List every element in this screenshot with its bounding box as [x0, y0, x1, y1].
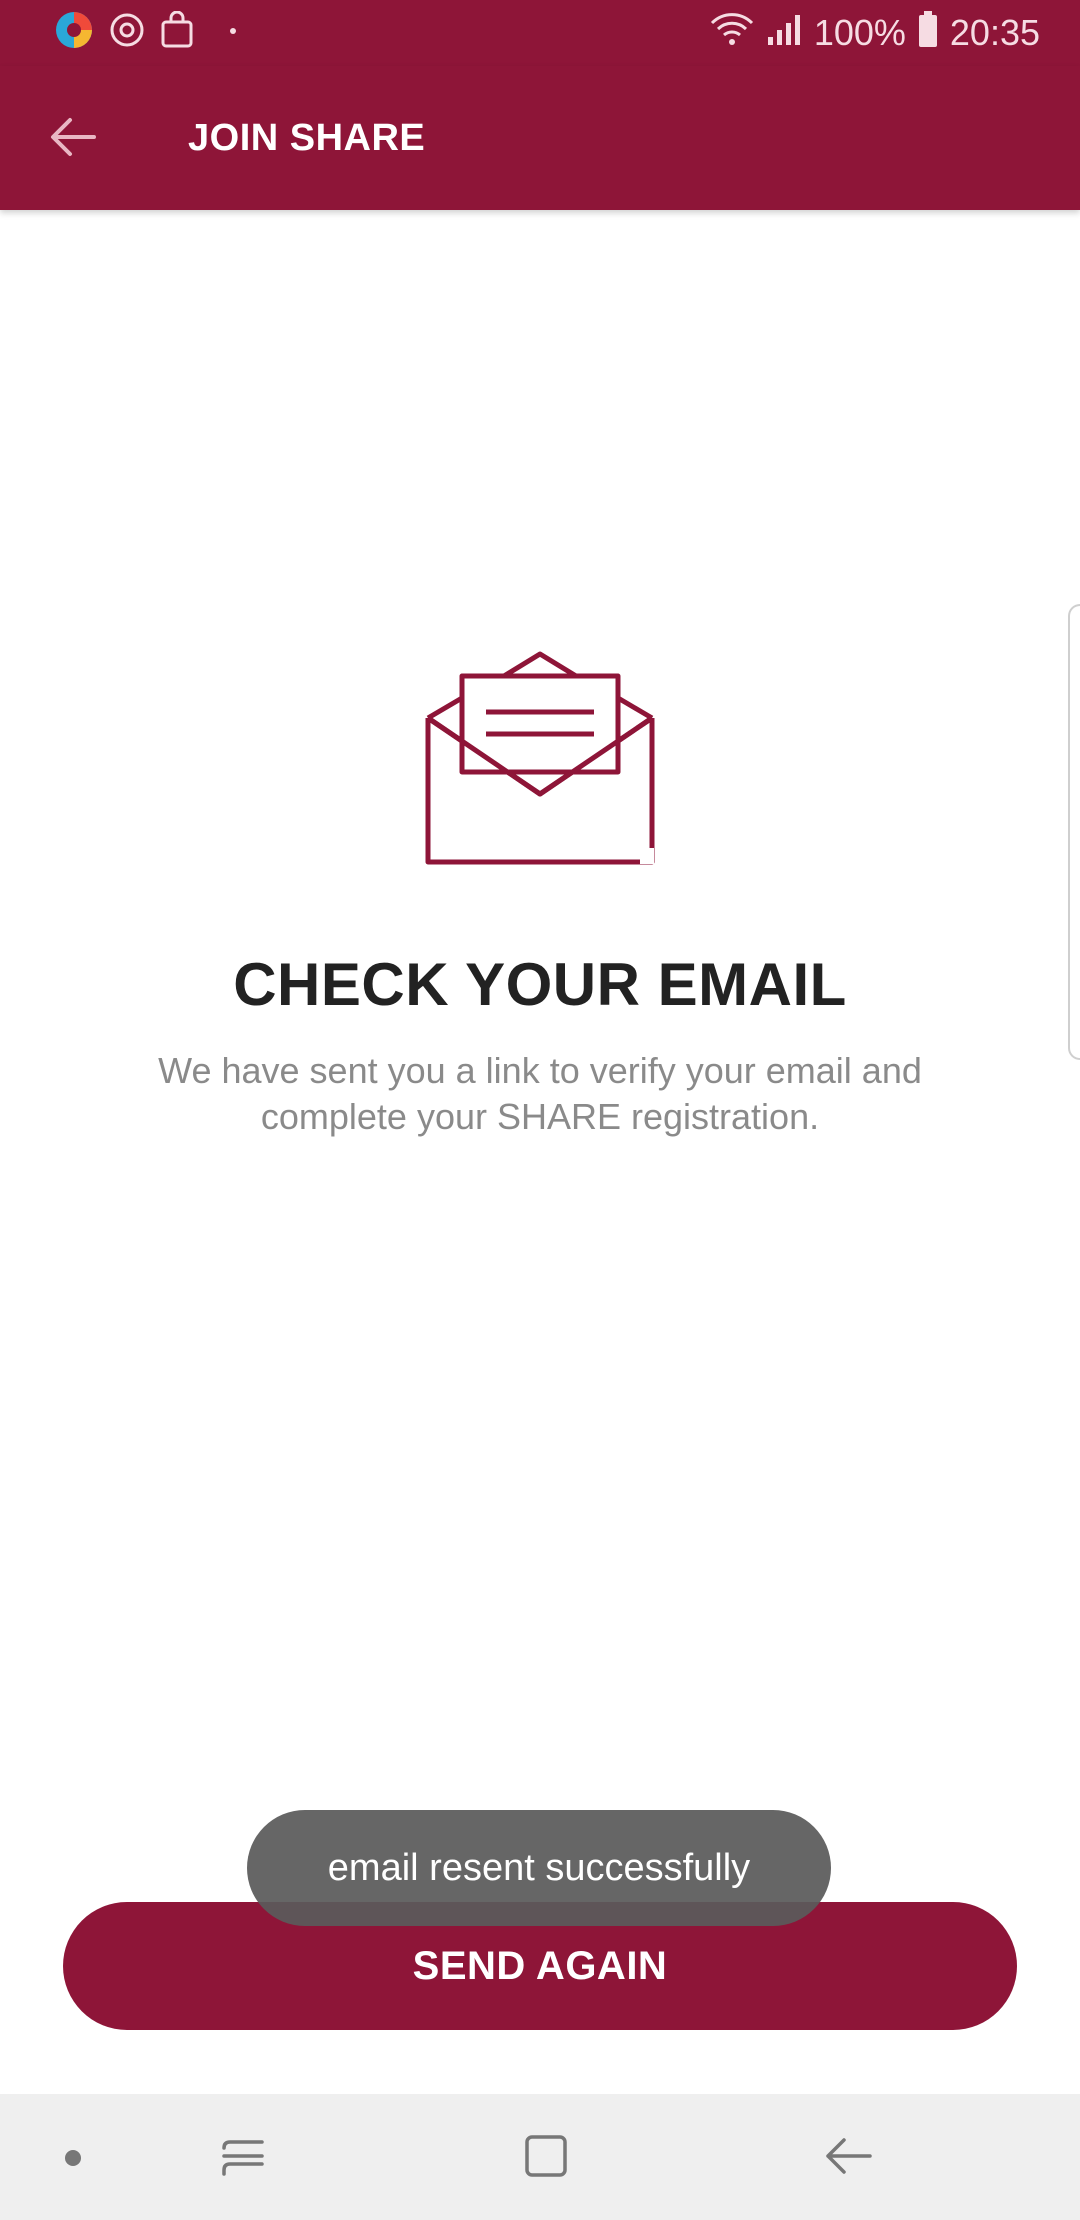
open-envelope-icon: [420, 648, 660, 874]
signal-icon: [766, 12, 802, 54]
recent-apps-icon[interactable]: [218, 2130, 270, 2182]
page-title: JOIN SHARE: [188, 117, 426, 159]
home-icon[interactable]: [520, 2130, 572, 2182]
nav-dot-icon[interactable]: [65, 2150, 81, 2166]
app-bar: JOIN SHARE: [0, 66, 1080, 210]
colorful-app-icon: [54, 10, 94, 55]
status-left-icons: [54, 10, 238, 55]
status-time: 20:35: [949, 12, 1040, 53]
description-text: We have sent you a link to verify your e…: [158, 1050, 922, 1137]
wifi-icon: [710, 11, 754, 56]
battery-icon: [918, 10, 938, 56]
shopping-bag-icon: [160, 10, 194, 54]
back-button[interactable]: [40, 106, 106, 172]
arrow-left-icon: [50, 117, 96, 162]
headline: CHECK YOUR EMAIL: [233, 951, 847, 1018]
screen: 100% 20:35 JOIN SHARE CHECK YOUR EMAIL W…: [0, 0, 1080, 2220]
status-right-icons: 100% 20:35: [710, 8, 1040, 58]
battery-percent: 100%: [813, 12, 906, 53]
dot-icon: [228, 23, 238, 41]
back-icon[interactable]: [822, 2130, 874, 2182]
toast-message: email resent successfully: [247, 1810, 831, 1926]
sync-icon: [108, 11, 146, 54]
status-bar: 100% 20:35: [0, 0, 1080, 66]
nav-bar: [0, 2094, 1080, 2220]
